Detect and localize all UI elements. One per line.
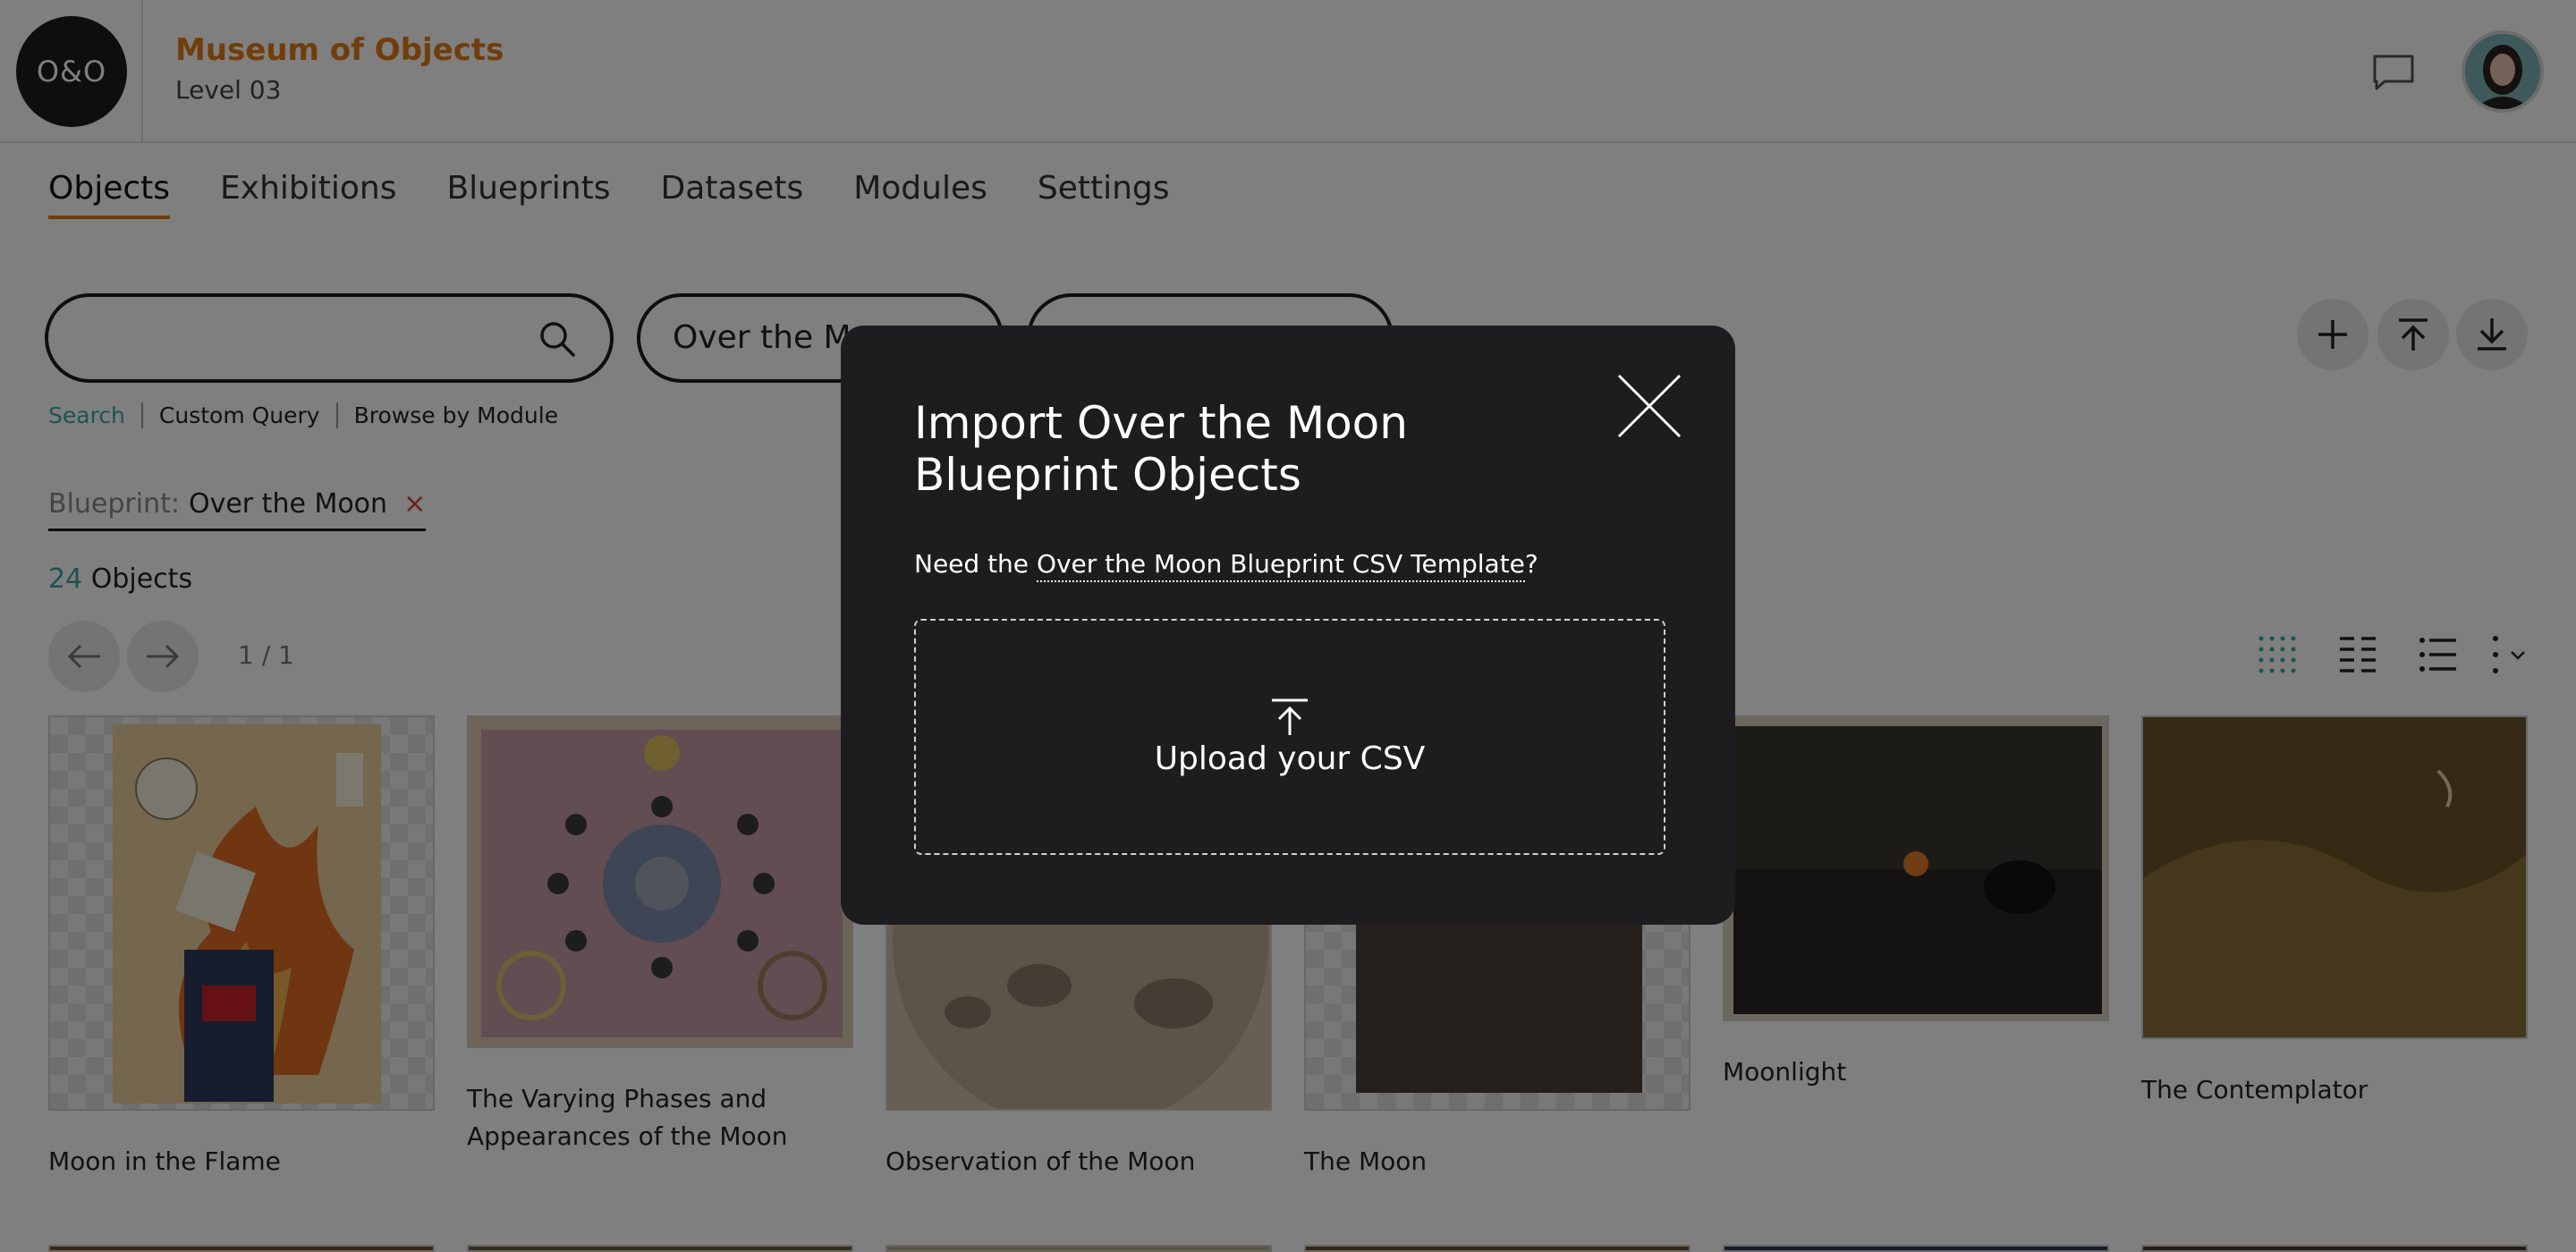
csv-template-link[interactable]: Over the Moon Blueprint CSV Template [1036,549,1525,582]
template-hint-suffix: ? [1524,549,1538,579]
modal-title: Import Over the Moon Blueprint Objects [914,397,1540,501]
template-hint-prefix: Need the [914,549,1037,579]
template-hint: Need the Over the Moon Blueprint CSV Tem… [914,549,1538,582]
import-modal: Import Over the Moon Blueprint Objects N… [841,326,1735,925]
upload-icon [1272,698,1308,735]
close-icon[interactable] [1615,372,1683,440]
modal-title-line: Blueprint Objects [914,449,1301,501]
modal-title-line: Import Over the Moon [914,397,1408,449]
csv-upload-dropzone[interactable]: Upload your CSV [914,619,1665,855]
upload-label: Upload your CSV [1154,740,1426,777]
